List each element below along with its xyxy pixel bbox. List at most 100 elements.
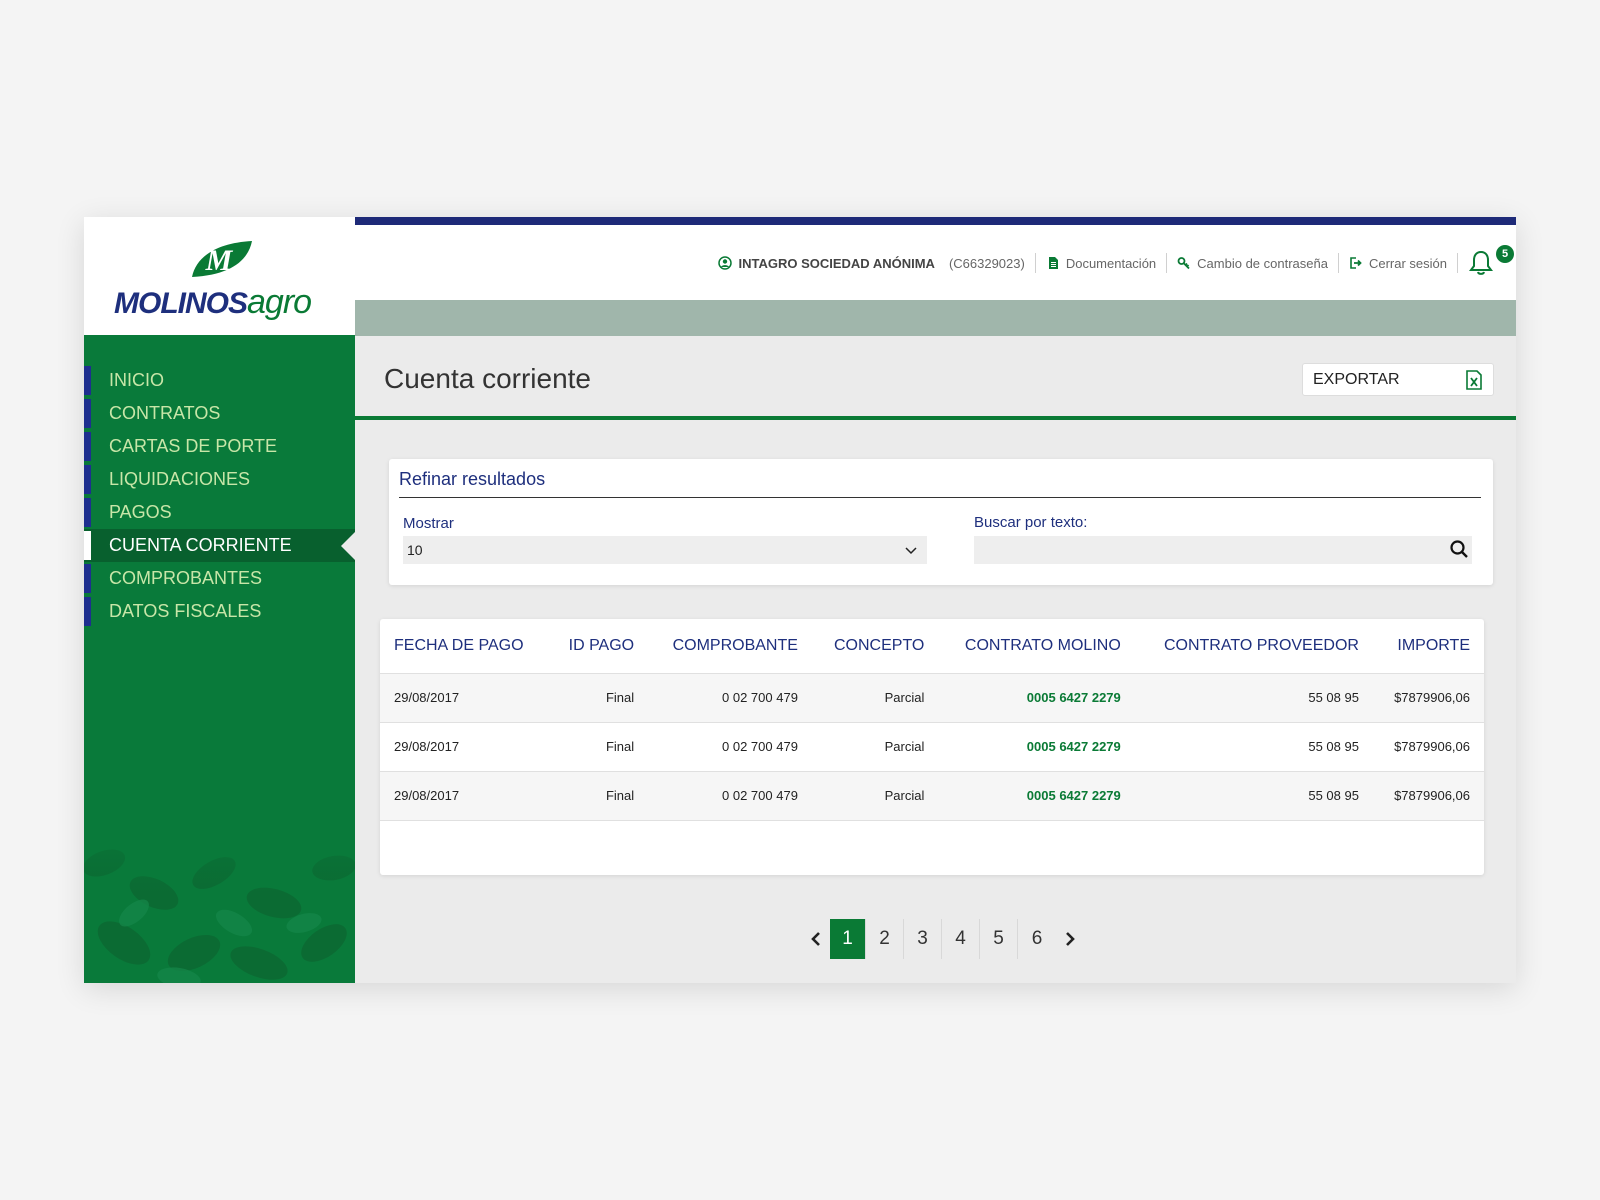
- page-5-button[interactable]: 5: [980, 919, 1018, 959]
- table-cell: $7879906,06: [1372, 722, 1484, 772]
- sidebar-item-cuenta-corriente[interactable]: CUENTA CORRIENTE: [84, 529, 355, 562]
- user-nav: INTAGRO SOCIEDAD ANÓNIMA (C66329023) Doc…: [718, 245, 1514, 277]
- table-header-row: FECHA DE PAGO ID PAGO COMPROBANTE CONCEP…: [380, 619, 1484, 674]
- search-input[interactable]: [974, 536, 1472, 564]
- divider: [1457, 253, 1458, 273]
- company-name: INTAGRO SOCIEDAD ANÓNIMA: [738, 255, 935, 271]
- top-accent-bar: [355, 217, 1516, 225]
- notification-badge: 5: [1496, 245, 1514, 263]
- excel-icon: [1466, 370, 1482, 390]
- logout-icon: [1350, 257, 1362, 269]
- page-title: Cuenta corriente: [384, 363, 592, 394]
- app-window: M MOLINOSagro INICIO CONTRATOS CARTAS DE P…: [84, 217, 1516, 983]
- sidebar-item-cartas-de-porte[interactable]: CARTAS DE PORTE: [84, 430, 355, 463]
- table-row[interactable]: 29/08/2017 Final 0 02 700 479 Parcial 0005 6…: [380, 771, 1484, 821]
- table-cell: 55 08 95: [1134, 673, 1373, 723]
- sidebar-item-inicio[interactable]: INICIO: [84, 364, 355, 397]
- table-row[interactable]: 29/08/2017 Final 0 02 700 479 Parcial 0005 6…: [380, 673, 1484, 723]
- header-band: [355, 300, 1516, 336]
- filter-panel: Refinar resultados Mostrar 10 Buscar por…: [389, 459, 1493, 585]
- brand-logo[interactable]: M MOLINOSagro: [84, 217, 355, 335]
- sidebar-item-label: PAGOS: [109, 502, 172, 522]
- col-header[interactable]: CONCEPTO: [811, 619, 939, 674]
- table-cell: 0 02 700 479: [648, 722, 812, 772]
- change-password-link[interactable]: Cambio de contraseña: [1177, 256, 1328, 271]
- logout-link[interactable]: Cerrar sesión: [1349, 256, 1447, 271]
- page-header: Cuenta corriente EXPORTAR: [355, 336, 1516, 420]
- payments-table: FECHA DE PAGO ID PAGO COMPROBANTE CONCEP…: [380, 619, 1484, 821]
- col-header[interactable]: FECHA DE PAGO: [380, 619, 549, 674]
- chevron-right-icon: [1066, 932, 1075, 946]
- change-password-label: Cambio de contraseña: [1197, 255, 1328, 271]
- table-cell: $7879906,06: [1372, 771, 1484, 821]
- sidebar-item-comprobantes[interactable]: COMPROBANTES: [84, 562, 355, 595]
- table-cell: 0 02 700 479: [648, 771, 812, 821]
- leaves-background-image: [84, 803, 355, 983]
- sidebar-item-datos-fiscales[interactable]: DATOS FISCALES: [84, 595, 355, 628]
- sidebar-item-label: INICIO: [109, 370, 165, 390]
- notifications-button[interactable]: 5: [1468, 245, 1514, 277]
- page-4-button[interactable]: 4: [942, 919, 980, 959]
- user-account[interactable]: INTAGRO SOCIEDAD ANÓNIMA (C66329023): [718, 255, 1025, 271]
- search-label: Buscar por texto:: [974, 514, 1088, 531]
- user-circle-icon: [718, 256, 733, 270]
- divider: [1166, 253, 1168, 273]
- table-cell: 0 02 700 479: [648, 673, 812, 723]
- table-cell: $7879906,06: [1372, 673, 1484, 723]
- top-header: INTAGRO SOCIEDAD ANÓNIMA (C66329023) Doc…: [355, 225, 1516, 300]
- chevron-left-icon: [811, 932, 820, 946]
- table-cell: Final: [548, 673, 649, 723]
- table-row[interactable]: 29/08/2017 Final 0 02 700 479 Parcial 0005 6…: [380, 722, 1484, 772]
- page-list: 123456: [830, 919, 1056, 959]
- sidebar: M MOLINOSagro INICIO CONTRATOS CARTAS DE P…: [84, 217, 355, 983]
- col-header[interactable]: ID PAGO: [548, 619, 649, 674]
- col-header[interactable]: CONTRATO PROVEEDOR: [1134, 619, 1373, 674]
- logo-leaf-icon: M: [192, 241, 252, 277]
- show-label: Mostrar: [403, 515, 454, 532]
- svg-text:M: M: [205, 244, 234, 277]
- page-1-button[interactable]: 1: [830, 919, 866, 959]
- document-icon: [1048, 257, 1058, 269]
- table-cell: Parcial: [811, 673, 939, 723]
- documentation-link[interactable]: Documentación: [1046, 256, 1156, 271]
- documentation-label: Documentación: [1065, 255, 1157, 271]
- pagination: 123456: [802, 919, 1084, 959]
- search-icon[interactable]: [1449, 539, 1469, 559]
- table-cell: Parcial: [811, 771, 939, 821]
- prev-page-button[interactable]: [802, 919, 830, 959]
- sidebar-item-label: DATOS FISCALES: [109, 601, 262, 621]
- show-select[interactable]: 10: [403, 536, 927, 564]
- contract-link[interactable]: 0005 6427 2279: [938, 673, 1135, 723]
- filter-title: Refinar resultados: [399, 469, 546, 489]
- table-cell: 55 08 95: [1134, 771, 1373, 821]
- sidebar-item-contratos[interactable]: CONTRATOS: [84, 397, 355, 430]
- sidebar-item-label: LIQUIDACIONES: [109, 469, 251, 489]
- sidebar-nav: INICIO CONTRATOS CARTAS DE PORTE LIQUIDACIO…: [84, 364, 355, 628]
- page-6-button[interactable]: 6: [1018, 919, 1056, 959]
- table-cell: Parcial: [811, 722, 939, 772]
- contract-link[interactable]: 0005 6427 2279: [938, 722, 1135, 772]
- divider: [399, 497, 1481, 498]
- export-button[interactable]: EXPORTAR: [1302, 363, 1494, 396]
- sidebar-item-label: CUENTA CORRIENTE: [109, 535, 292, 555]
- sidebar-item-label: CONTRATOS: [109, 403, 221, 423]
- company-id: (C66329023): [948, 255, 1025, 271]
- page-3-button[interactable]: 3: [904, 919, 942, 959]
- col-header[interactable]: IMPORTE: [1372, 619, 1484, 674]
- col-header[interactable]: CONTRATO MOLINO: [938, 619, 1135, 674]
- sidebar-item-label: CARTAS DE PORTE: [109, 436, 278, 456]
- next-page-button[interactable]: [1056, 919, 1084, 959]
- contract-link[interactable]: 0005 6427 2279: [938, 771, 1135, 821]
- sidebar-item-liquidaciones[interactable]: LIQUIDACIONES: [84, 463, 355, 496]
- table-cell: Final: [548, 771, 649, 821]
- col-header[interactable]: COMPROBANTE: [648, 619, 812, 674]
- payments-table-card: FECHA DE PAGO ID PAGO COMPROBANTE CONCEP…: [380, 619, 1484, 875]
- sidebar-item-pagos[interactable]: PAGOS: [84, 496, 355, 529]
- key-icon: [1177, 257, 1190, 270]
- chevron-down-icon: [905, 547, 917, 555]
- table-cell: Final: [548, 722, 649, 772]
- table-cell: 55 08 95: [1134, 722, 1373, 772]
- table-cell: 29/08/2017: [380, 673, 549, 723]
- bell-icon: [1469, 250, 1493, 275]
- page-2-button[interactable]: 2: [866, 919, 904, 959]
